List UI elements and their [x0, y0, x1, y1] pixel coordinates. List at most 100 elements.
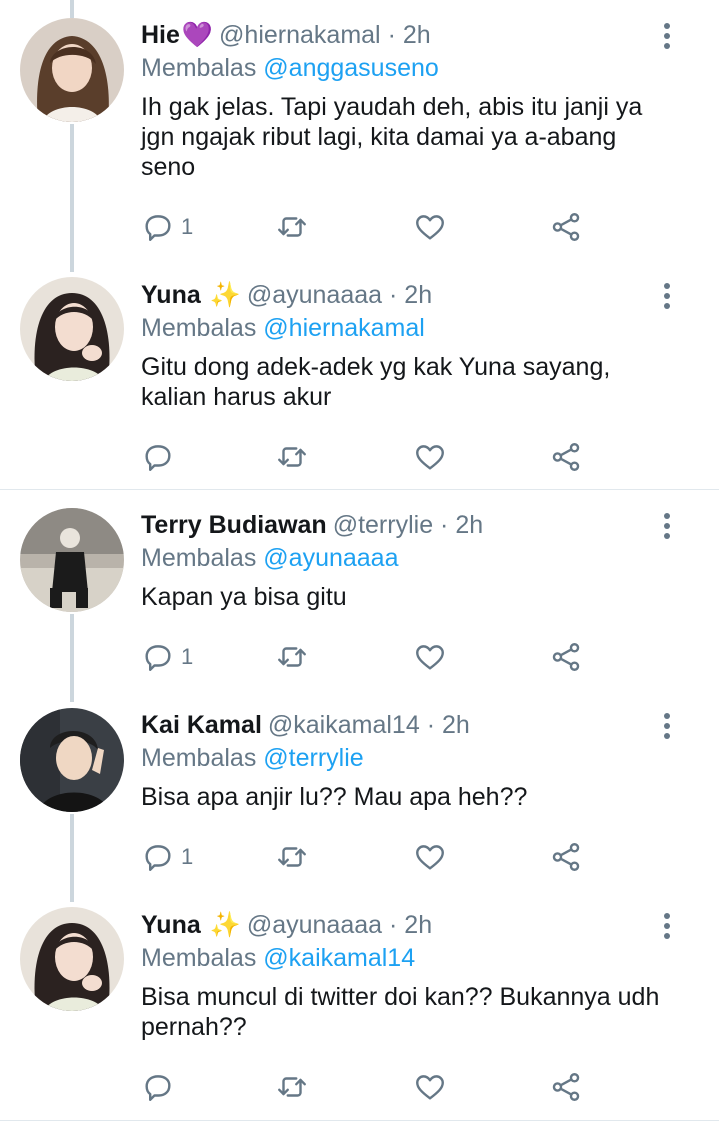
retweet-icon: [275, 210, 309, 244]
avatar-image: [20, 508, 124, 612]
avatar[interactable]: [20, 18, 124, 122]
avatar[interactable]: [20, 708, 124, 812]
replying-to: Membalas @kaikamal14: [141, 943, 669, 973]
reply-icon: [141, 440, 175, 474]
user-handle[interactable]: @ayunaaaa: [247, 281, 382, 309]
avatar-image: [20, 18, 124, 122]
more-options-button[interactable]: [659, 511, 675, 541]
tweet[interactable]: Yuna ✨ @ayunaaaa · 2h Membalas @kaikamal1…: [0, 890, 719, 1124]
tweet-text-line: Ih gak jelas. Tapi yaudah deh, abis itu …: [141, 93, 643, 121]
display-name[interactable]: Yuna: [141, 911, 201, 939]
display-name[interactable]: Hie: [141, 21, 180, 49]
name-emoji: ✨: [209, 911, 241, 939]
share-button[interactable]: [549, 210, 583, 244]
tweet[interactable]: Hie💜 @hiernakamal · 2h Membalas @anggasus…: [0, 0, 719, 260]
retweet-button[interactable]: [275, 440, 309, 474]
display-name[interactable]: Terry Budiawan: [141, 511, 327, 539]
more-options-button[interactable]: [659, 711, 675, 741]
share-button[interactable]: [549, 840, 583, 874]
tweet-text: Bisa apa anjir lu?? Mau apa heh??: [141, 782, 669, 812]
tweet[interactable]: Terry Budiawan @terrylie · 2h Membalas @a…: [0, 490, 719, 690]
replying-prefix: Membalas: [141, 54, 257, 82]
share-button[interactable]: [549, 440, 583, 474]
more-vertical-icon: [664, 713, 670, 719]
retweet-button[interactable]: [275, 840, 309, 874]
more-options-button[interactable]: [659, 21, 675, 51]
heart-icon: [413, 440, 447, 474]
retweet-icon: [275, 840, 309, 874]
tweet-header: Hie💜 @hiernakamal · 2h: [141, 20, 669, 50]
replying-prefix: Membalas: [141, 544, 257, 572]
mention-link[interactable]: @kaikamal14: [263, 944, 415, 972]
timestamp[interactable]: · 2h: [389, 281, 432, 309]
share-button[interactable]: [549, 1070, 583, 1104]
share-icon: [549, 210, 583, 244]
tweet-header: Yuna ✨ @ayunaaaa · 2h: [141, 910, 669, 940]
heart-icon: [413, 840, 447, 874]
user-handle[interactable]: @kaikamal14: [268, 711, 420, 739]
user-handle[interactable]: @hiernakamal: [219, 21, 381, 49]
tweet-actions: [141, 1070, 591, 1104]
more-vertical-icon: [664, 283, 670, 289]
tweet-text: Bisa muncul di twitter doi kan?? Bukanny…: [141, 982, 669, 1042]
tweet-text-line: seno: [141, 153, 196, 181]
reply-count: 1: [181, 214, 194, 239]
reply-button[interactable]: 1: [141, 210, 193, 244]
name-emoji: 💜: [181, 21, 214, 49]
mention-link[interactable]: @terrylie: [263, 744, 363, 772]
display-name[interactable]: Kai Kamal: [141, 711, 262, 739]
retweet-button[interactable]: [275, 210, 309, 244]
mention-link[interactable]: @anggasuseno: [263, 54, 439, 82]
reply-icon: [141, 210, 175, 244]
reply-button[interactable]: 1: [141, 840, 193, 874]
tweet-actions: 1: [141, 210, 591, 244]
avatar[interactable]: [20, 508, 124, 612]
like-button[interactable]: [413, 440, 447, 474]
mention-link[interactable]: @hiernakamal: [263, 314, 425, 342]
tweet-text-line: Bisa apa anjir lu?? Mau apa heh??: [141, 783, 528, 811]
replying-to: Membalas @hiernakamal: [141, 313, 669, 343]
reply-button[interactable]: [141, 440, 181, 474]
user-handle[interactable]: @ayunaaaa: [247, 911, 382, 939]
reply-button[interactable]: 1: [141, 640, 193, 674]
avatar-image: [20, 907, 124, 1011]
tweet-text-line: Bisa muncul di twitter doi kan?? Bukanny…: [141, 983, 660, 1011]
share-icon: [549, 840, 583, 874]
timestamp[interactable]: · 2h: [388, 21, 431, 49]
share-button[interactable]: [549, 640, 583, 674]
like-button[interactable]: [413, 210, 447, 244]
tweet-header: Kai Kamal @kaikamal14 · 2h: [141, 710, 669, 740]
like-button[interactable]: [413, 840, 447, 874]
reply-button[interactable]: [141, 1070, 181, 1104]
more-options-button[interactable]: [659, 281, 675, 311]
divider: [0, 1120, 719, 1121]
heart-icon: [413, 1070, 447, 1104]
retweet-button[interactable]: [275, 640, 309, 674]
like-button[interactable]: [413, 1070, 447, 1104]
avatar[interactable]: [20, 277, 124, 381]
like-button[interactable]: [413, 640, 447, 674]
more-vertical-icon: [664, 913, 670, 919]
replying-prefix: Membalas: [141, 314, 257, 342]
share-icon: [549, 1070, 583, 1104]
mention-link[interactable]: @ayunaaaa: [263, 544, 398, 572]
reply-count: 1: [181, 844, 194, 869]
reply-icon: [141, 840, 175, 874]
retweet-button[interactable]: [275, 1070, 309, 1104]
tweet-header: Yuna ✨ @ayunaaaa · 2h: [141, 280, 669, 310]
timestamp[interactable]: · 2h: [427, 711, 470, 739]
display-name[interactable]: Yuna: [141, 281, 201, 309]
timestamp[interactable]: · 2h: [440, 511, 483, 539]
user-handle[interactable]: @terrylie: [333, 511, 433, 539]
more-options-button[interactable]: [659, 911, 675, 941]
tweet[interactable]: Kai Kamal @kaikamal14 · 2h Membalas @terr…: [0, 690, 719, 890]
avatar[interactable]: [20, 907, 124, 1011]
more-vertical-icon: [664, 23, 670, 29]
tweet-text-line: Gitu dong adek-adek yg kak Yuna sayang,: [141, 353, 611, 381]
heart-icon: [413, 640, 447, 674]
share-icon: [549, 640, 583, 674]
tweet[interactable]: Yuna ✨ @ayunaaaa · 2h Membalas @hiernakam…: [0, 260, 719, 488]
timestamp[interactable]: · 2h: [389, 911, 432, 939]
tweet-text-line: Kapan ya bisa gitu: [141, 583, 347, 611]
tweet-text: Kapan ya bisa gitu: [141, 582, 669, 612]
